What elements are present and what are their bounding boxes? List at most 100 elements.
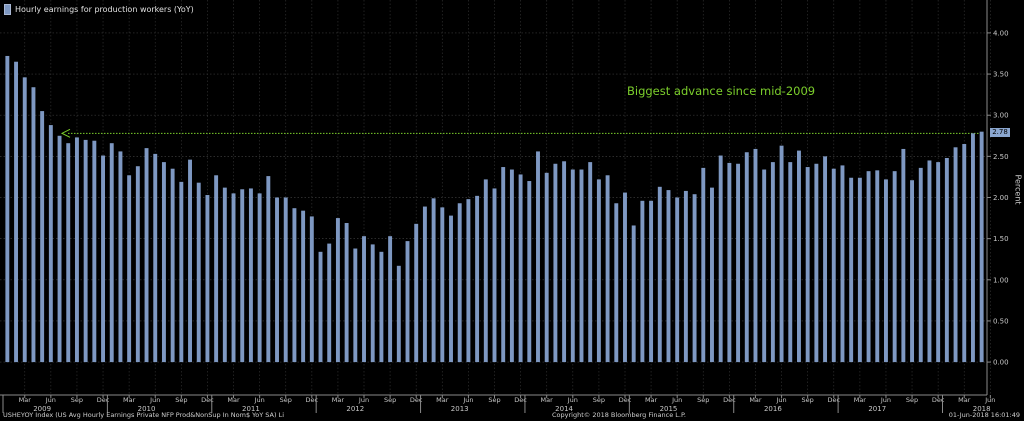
bar xyxy=(222,187,227,363)
bar xyxy=(214,175,219,363)
bar xyxy=(74,137,79,363)
bar xyxy=(762,169,767,363)
bar xyxy=(753,148,758,363)
x-month-label: Jun xyxy=(149,396,160,404)
y-tick-label: 2.50 xyxy=(993,153,1009,161)
bar xyxy=(692,194,697,363)
bar xyxy=(422,206,427,363)
bar xyxy=(788,162,793,363)
bar xyxy=(379,251,384,363)
x-month-label: Jun xyxy=(462,396,473,404)
bar xyxy=(892,171,897,363)
bar xyxy=(170,168,175,363)
last-value-badge: 2.78 xyxy=(990,128,1010,137)
x-year-label: 2012 xyxy=(346,405,364,413)
bar xyxy=(335,218,340,363)
bar xyxy=(292,208,297,363)
x-year-label: 2013 xyxy=(451,405,469,413)
bar xyxy=(588,162,593,363)
bar xyxy=(944,158,949,363)
x-month-label: Jun xyxy=(775,396,786,404)
legend-label: Hourly earnings for production workers (… xyxy=(15,5,194,14)
x-month-label: Mar xyxy=(436,396,449,404)
footer-copyright: Copyright© 2018 Bloomberg Finance L.P. xyxy=(552,411,686,419)
bar xyxy=(779,145,784,363)
x-month-label: Jun xyxy=(567,396,578,404)
bar xyxy=(414,223,419,363)
x-month-label: Jun xyxy=(254,396,265,404)
bar xyxy=(657,186,662,363)
bar xyxy=(449,215,453,363)
bar xyxy=(727,162,732,363)
bar xyxy=(814,163,819,363)
annotation-text: Biggest advance since mid-2009 xyxy=(627,84,816,98)
y-axis-label: Percent xyxy=(1013,174,1023,205)
y-tick-label: 0.00 xyxy=(993,359,1009,367)
bar xyxy=(527,181,532,363)
bar xyxy=(849,177,854,363)
bar xyxy=(866,171,871,363)
x-month-label: Sep xyxy=(71,396,83,404)
bar xyxy=(48,125,53,363)
x-month-label: Sep xyxy=(175,396,187,404)
x-month-label: Mar xyxy=(332,396,345,404)
bar xyxy=(544,172,549,363)
bar xyxy=(736,163,741,363)
bar xyxy=(718,155,723,363)
bar xyxy=(344,223,349,363)
bar xyxy=(40,111,45,363)
bar xyxy=(649,200,654,363)
bar xyxy=(248,188,253,363)
bar xyxy=(623,192,627,363)
x-month-label: Jun xyxy=(671,396,682,404)
bar xyxy=(936,162,941,363)
bar xyxy=(127,175,132,363)
bar xyxy=(805,167,810,363)
bar xyxy=(5,55,10,363)
bar xyxy=(614,203,619,363)
bar xyxy=(405,241,410,363)
x-month-label: Sep xyxy=(384,396,396,404)
bar xyxy=(823,156,828,363)
bar xyxy=(770,162,775,363)
x-month-label: Mar xyxy=(749,396,762,404)
bar xyxy=(857,177,862,363)
bar xyxy=(466,199,471,363)
bar xyxy=(161,162,166,363)
y-tick-label: 2.00 xyxy=(993,194,1009,202)
footer-index-description: USHEYOY Index (US Avg Hourly Earnings Pr… xyxy=(3,411,285,419)
bar xyxy=(266,176,271,363)
x-month-label: Mar xyxy=(958,396,971,404)
bar xyxy=(14,61,19,363)
x-month-label: Mar xyxy=(541,396,554,404)
x-month-label: Sep xyxy=(697,396,709,404)
bar xyxy=(875,170,880,363)
bar xyxy=(675,197,680,363)
bar xyxy=(901,148,906,363)
bar xyxy=(153,153,158,363)
x-month-label: Sep xyxy=(280,396,292,404)
bar xyxy=(910,180,915,363)
bar xyxy=(840,165,845,363)
bar xyxy=(283,197,288,363)
bar xyxy=(970,133,975,363)
bar xyxy=(979,131,984,363)
footer-timestamp: 01-Jun-2018 16:01:49 xyxy=(948,411,1020,419)
bar xyxy=(509,169,514,363)
bar xyxy=(962,144,967,363)
bar xyxy=(370,244,375,363)
x-year-label: 2017 xyxy=(868,405,886,413)
bar xyxy=(327,243,332,363)
bar xyxy=(362,236,366,363)
y-tick-label: 3.00 xyxy=(993,112,1009,120)
y-axis-ticks: 0.00 0.50 1.00 1.50 2.00 2.50 3.00 3.50 4.00 xyxy=(986,0,1009,395)
bar xyxy=(631,225,636,363)
bar xyxy=(953,147,958,363)
bar xyxy=(553,163,558,363)
x-month-label: Mar xyxy=(645,396,658,404)
y-tick-label: 4.00 xyxy=(993,29,1009,37)
bar xyxy=(66,143,71,363)
bar xyxy=(701,167,706,363)
bar xyxy=(918,167,923,363)
bar xyxy=(570,169,575,363)
